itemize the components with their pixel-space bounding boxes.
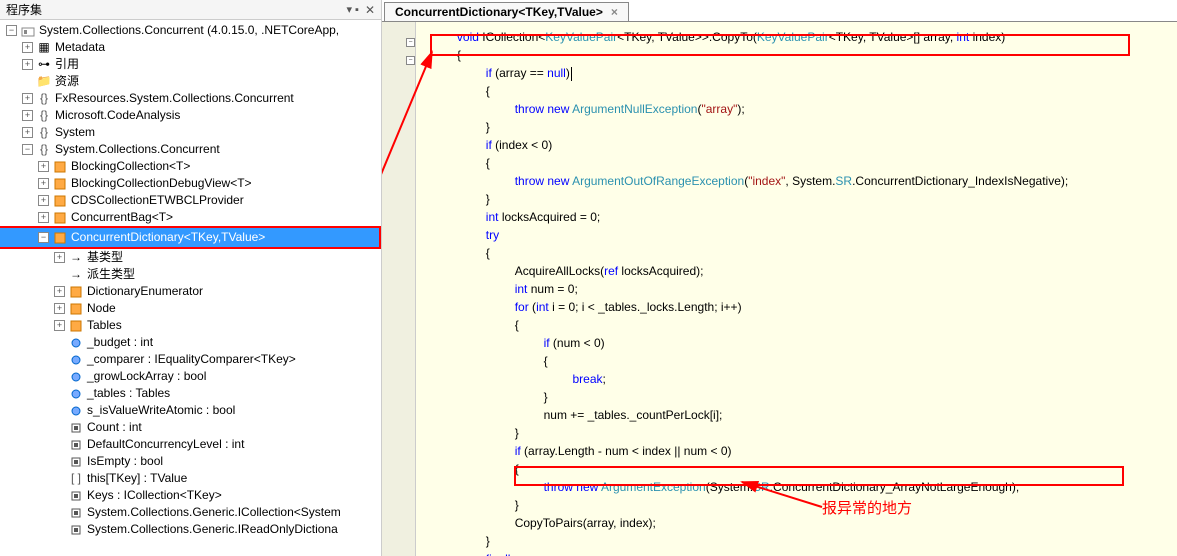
folder-icon: → [68, 267, 84, 283]
folder-icon: → [68, 250, 84, 266]
code-content: void ICollection<KeyValuePair<TKey, TVal… [428, 28, 1177, 556]
tree-item[interactable]: IsEmpty : bool [0, 453, 381, 470]
tree-item[interactable]: +→基类型 [0, 249, 381, 266]
class-icon [52, 210, 68, 226]
tree-item[interactable]: +{}Microsoft.CodeAnalysis [0, 107, 381, 124]
expand-icon[interactable]: + [22, 127, 33, 138]
tree-item[interactable]: →派生类型 [0, 266, 381, 283]
text-cursor [571, 67, 572, 81]
namespace-icon: {} [36, 108, 52, 124]
tree-root[interactable]: −System.Collections.Concurrent (4.0.15.0… [0, 22, 381, 39]
tree-item[interactable]: +Node [0, 300, 381, 317]
gutter: − − [382, 22, 416, 556]
close-tab-icon[interactable]: × [611, 5, 618, 19]
property-icon [68, 420, 84, 436]
tree-item[interactable]: _comparer : IEqualityComparer<TKey> [0, 351, 381, 368]
collapse-icon[interactable]: − [6, 25, 17, 36]
tree-item[interactable]: +{}System [0, 124, 381, 141]
folder-icon: 📁 [36, 74, 52, 90]
expand-icon[interactable]: + [54, 320, 65, 331]
tree-item[interactable]: 📁资源 [0, 73, 381, 90]
field-icon [68, 335, 84, 351]
tree-item[interactable]: s_isValueWriteAtomic : bool [0, 402, 381, 419]
collapse-icon[interactable]: − [22, 144, 33, 155]
tree-item[interactable]: +⊶引用 [0, 56, 381, 73]
expand-icon[interactable]: + [22, 110, 33, 121]
class-icon [68, 301, 84, 317]
class-icon [52, 193, 68, 209]
indexer-icon: [ ] [68, 471, 84, 487]
property-icon [68, 505, 84, 521]
tree-item[interactable]: +CDSCollectionETWBCLProvider [0, 192, 381, 209]
pin-icon[interactable]: ▾ ▪ [346, 3, 358, 16]
expand-icon[interactable]: + [54, 303, 65, 314]
expand-icon[interactable]: + [38, 161, 49, 172]
tree-item[interactable]: +Tables [0, 317, 381, 334]
collapse-icon[interactable]: − [38, 232, 49, 243]
tree-item[interactable]: Count : int [0, 419, 381, 436]
tree-item[interactable]: System.Collections.Generic.IReadOnlyDict… [0, 521, 381, 538]
tree-item[interactable]: +▦Metadata [0, 39, 381, 56]
tree-item[interactable]: +ConcurrentBag<T> [0, 209, 381, 226]
tree-item[interactable]: _budget : int [0, 334, 381, 351]
tree-view[interactable]: −System.Collections.Concurrent (4.0.15.0… [0, 20, 381, 556]
tree-item-selected[interactable]: −ConcurrentDictionary<TKey,TValue> [0, 226, 381, 249]
panel-header: 程序集 ▾ ▪ ✕ [0, 0, 381, 20]
namespace-icon: {} [36, 125, 52, 141]
fold-icon[interactable]: − [406, 38, 415, 47]
tree-item[interactable]: System.Collections.Generic.ICollection<S… [0, 504, 381, 521]
assembly-icon [20, 23, 36, 39]
tree-item[interactable]: +BlockingCollectionDebugView<T> [0, 175, 381, 192]
expand-icon[interactable]: + [22, 42, 33, 53]
expand-icon[interactable]: + [22, 93, 33, 104]
class-icon [68, 284, 84, 300]
expand-icon[interactable]: + [38, 195, 49, 206]
expand-icon[interactable]: + [54, 286, 65, 297]
property-icon [68, 488, 84, 504]
tab-active[interactable]: ConcurrentDictionary<TKey,TValue>× [384, 2, 629, 21]
property-icon [68, 454, 84, 470]
tree-item[interactable]: DefaultConcurrencyLevel : int [0, 436, 381, 453]
refs-icon: ⊶ [36, 57, 52, 73]
tree-item[interactable]: Keys : ICollection<TKey> [0, 487, 381, 504]
close-icon[interactable]: ✕ [365, 3, 375, 17]
class-icon [52, 230, 68, 246]
tree-item[interactable]: −{}System.Collections.Concurrent [0, 141, 381, 158]
assembly-explorer-panel: 程序集 ▾ ▪ ✕ −System.Collections.Concurrent… [0, 0, 382, 556]
class-icon [52, 159, 68, 175]
tree-item[interactable]: _growLockArray : bool [0, 368, 381, 385]
expand-icon[interactable]: + [54, 252, 65, 263]
tree-item[interactable]: [ ]this[TKey] : TValue [0, 470, 381, 487]
field-icon [68, 403, 84, 419]
namespace-icon: {} [36, 91, 52, 107]
tree-item[interactable]: +DictionaryEnumerator [0, 283, 381, 300]
tree-item[interactable]: _tables : Tables [0, 385, 381, 402]
namespace-icon: {} [36, 142, 52, 158]
metadata-icon: ▦ [36, 40, 52, 56]
field-icon [68, 352, 84, 368]
class-icon [68, 318, 84, 334]
tree-item[interactable]: +BlockingCollection<T> [0, 158, 381, 175]
fold-icon[interactable]: − [406, 56, 415, 65]
field-icon [68, 386, 84, 402]
expand-icon[interactable]: + [38, 212, 49, 223]
expand-icon[interactable]: + [38, 178, 49, 189]
panel-title: 程序集 [6, 1, 342, 18]
annotation-text: 报异常的地方 [822, 500, 912, 518]
expand-icon[interactable]: + [22, 59, 33, 70]
property-icon [68, 437, 84, 453]
code-panel: ConcurrentDictionary<TKey,TValue>× − − v… [382, 0, 1177, 556]
property-icon [68, 522, 84, 538]
field-icon [68, 369, 84, 385]
code-editor[interactable]: − − void ICollection<KeyValuePair<TKey, … [382, 22, 1177, 556]
tree-item[interactable]: +{}FxResources.System.Collections.Concur… [0, 90, 381, 107]
tab-bar: ConcurrentDictionary<TKey,TValue>× [382, 0, 1177, 22]
class-icon [52, 176, 68, 192]
